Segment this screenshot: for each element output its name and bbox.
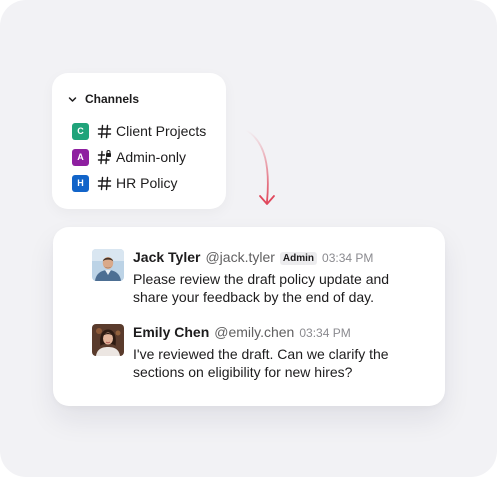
message-text: I've reviewed the draft. Can we clarify … (133, 346, 389, 380)
channel-badge: H (72, 174, 89, 192)
channel-item-client-projects[interactable]: C Client Projects (72, 118, 206, 144)
curved-arrow-icon (245, 129, 275, 205)
sender-name[interactable]: Jack Tyler (133, 249, 200, 265)
hash-icon (97, 176, 112, 191)
emily-chen-avatar[interactable] (92, 324, 124, 356)
jack-tyler-avatar[interactable] (92, 249, 124, 281)
channel-label: Client Projects (116, 123, 207, 139)
sender-handle[interactable]: @emily.chen (214, 324, 294, 340)
sender-handle[interactable]: @jack.tyler (205, 249, 274, 265)
channels-title: Channels (85, 92, 140, 106)
channels-card: Channels C Client Projects A Admin-only … (52, 73, 226, 209)
channel-label: HR Policy (116, 175, 178, 191)
message-item: Emily Chen @emily.chen 03:34 PM I've rev… (92, 324, 423, 381)
admin-badge: Admin (279, 252, 318, 265)
channel-badge: A (72, 148, 89, 166)
channel-badge: C (72, 122, 89, 140)
message-item: Jack Tyler @jack.tyler Admin 03:34 PM Pl… (92, 249, 423, 306)
message-timestamp[interactable]: 03:34 PM (299, 326, 350, 340)
page: Channels C Client Projects A Admin-only … (0, 0, 500, 477)
channel-list: C Client Projects A Admin-only H HR Poli… (72, 118, 206, 196)
channels-section-header[interactable]: Channels (68, 92, 139, 106)
channel-label: Admin-only (116, 149, 187, 165)
channel-item-hr-policy[interactable]: H HR Policy (72, 170, 206, 196)
hash-icon (97, 124, 112, 139)
messages-card: Jack Tyler @jack.tyler Admin 03:34 PM Pl… (53, 227, 445, 406)
private-hash-icon (97, 149, 112, 165)
chevron-down-icon[interactable] (68, 95, 77, 104)
sender-name[interactable]: Emily Chen (133, 324, 209, 340)
message-timestamp[interactable]: 03:34 PM (322, 251, 373, 265)
channel-item-admin-only[interactable]: A Admin-only (72, 144, 206, 170)
message-text: Please review the draft policy update an… (133, 271, 390, 305)
